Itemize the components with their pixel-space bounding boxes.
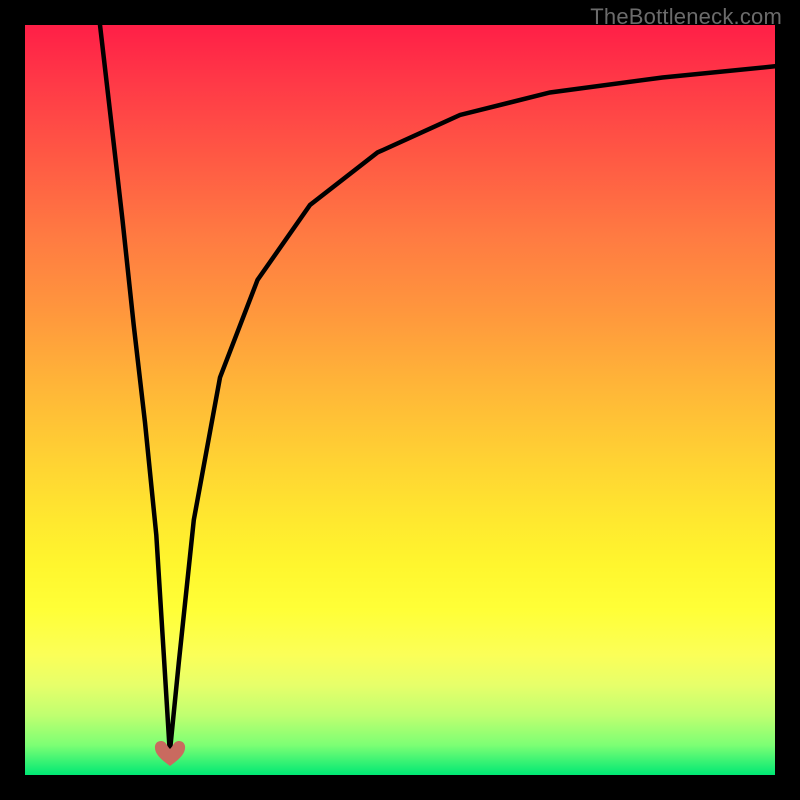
watermark-label: TheBottleneck.com [590, 4, 782, 30]
heart-icon [153, 738, 187, 768]
chart-container: TheBottleneck.com [0, 0, 800, 800]
bottleneck-curve [25, 25, 775, 775]
plot-area [25, 25, 775, 775]
heart-shape [155, 740, 185, 765]
curve-path [100, 25, 775, 753]
